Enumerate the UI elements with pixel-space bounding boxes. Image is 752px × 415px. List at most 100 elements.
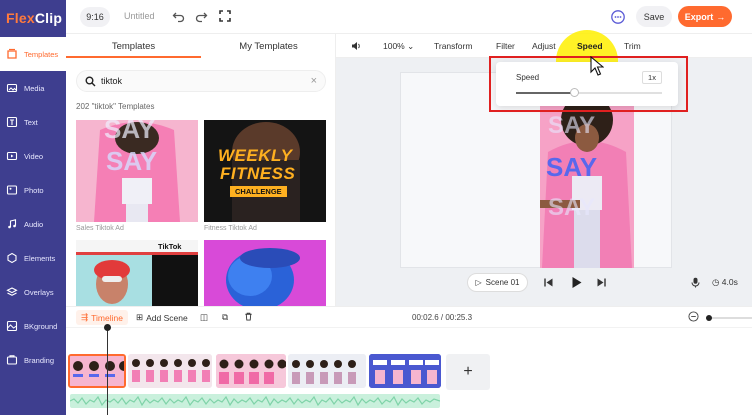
- timeline-time: 00:02.6 / 00:25.3: [412, 313, 473, 322]
- templates-tabs: Templates My Templates: [66, 34, 336, 58]
- redo-icon[interactable]: [194, 9, 208, 23]
- playhead-handle[interactable]: [104, 324, 111, 331]
- template-card[interactable]: WEEKLY FITNESS CHALLENGE: [204, 120, 326, 222]
- clear-icon[interactable]: ×: [311, 75, 317, 87]
- rail-item-audio[interactable]: Audio: [0, 207, 66, 241]
- zoom-out-icon[interactable]: [688, 311, 699, 322]
- tool-speed[interactable]: Speed: [577, 41, 603, 51]
- timeline-toolbar: ⇶ Timeline ⊞ Add Scene ◫ ⧉ 00:02.6 / 00:25…: [66, 306, 752, 328]
- background-icon: [6, 320, 18, 332]
- scene-clip[interactable]: [369, 354, 441, 388]
- rail-label: Video: [24, 151, 44, 161]
- add-scene-button[interactable]: ⊞ Add Scene: [136, 312, 188, 323]
- scene-clip[interactable]: [128, 354, 212, 388]
- clock-icon: ◷: [712, 277, 720, 287]
- audio-track[interactable]: [70, 394, 440, 408]
- template-thumbnail: [204, 240, 326, 306]
- scene-clip[interactable]: [216, 354, 286, 388]
- rail-item-templates[interactable]: Templates: [0, 37, 66, 71]
- split-icon[interactable]: ◫: [200, 312, 208, 323]
- video-preview[interactable]: SAY SAY SAY: [540, 82, 634, 268]
- project-title[interactable]: Untitled: [124, 11, 155, 21]
- rail-item-background[interactable]: BKground: [0, 309, 66, 343]
- rail-label: Overlays: [24, 287, 54, 297]
- timeline-area: +: [66, 328, 752, 415]
- app-logo[interactable]: FlexClip: [6, 10, 62, 26]
- zoom-select[interactable]: 100% ⌄: [383, 41, 414, 52]
- previous-scene-icon[interactable]: [543, 277, 554, 288]
- save-button[interactable]: Save: [636, 6, 672, 27]
- canvas-toolbar: 100% ⌄ Transform Filter Adjust Trim: [336, 34, 752, 58]
- audio-waveform: [70, 395, 440, 407]
- audio-icon: [6, 218, 18, 230]
- template-card[interactable]: TikTok: [76, 240, 198, 306]
- scene-label: Scene 01: [485, 278, 520, 287]
- template-card-label: Fitness Tiktok Ad: [204, 225, 257, 232]
- rail-item-text[interactable]: Text: [0, 105, 66, 139]
- scene-clip[interactable]: [288, 354, 366, 388]
- rail-label: Photo: [24, 185, 44, 195]
- plus-icon: +: [463, 363, 473, 380]
- rail-item-photo[interactable]: Photo: [0, 173, 66, 207]
- text-icon: [6, 116, 18, 128]
- photo-icon: [6, 184, 18, 196]
- template-card[interactable]: [204, 240, 326, 306]
- card-art-text: WEEKLY: [218, 146, 293, 165]
- chat-icon[interactable]: [610, 9, 626, 25]
- clip-thumbnail: [70, 356, 124, 386]
- rail-label: Text: [24, 117, 38, 127]
- rail-item-media[interactable]: Media: [0, 71, 66, 105]
- speed-panel: Speed 1x: [496, 62, 678, 106]
- tab-my-templates[interactable]: My Templates: [201, 34, 336, 58]
- rail-label: Templates: [24, 49, 59, 59]
- scene-duration-value: 4.0s: [721, 277, 738, 287]
- scene-selector[interactable]: ▷ Scene 01: [467, 273, 528, 292]
- tool-transform[interactable]: Transform: [434, 41, 472, 51]
- duplicate-icon[interactable]: ⧉: [222, 312, 228, 323]
- rail-item-elements[interactable]: Elements: [0, 241, 66, 275]
- tool-adjust[interactable]: Adjust: [532, 41, 556, 51]
- microphone-icon[interactable]: [690, 277, 701, 288]
- template-card[interactable]: SAY SAY: [76, 120, 198, 222]
- timeline-label: Timeline: [91, 312, 123, 323]
- arrow-right-icon: →: [716, 11, 726, 22]
- left-rail: FlexClip Templates Media Text Video Phot…: [0, 0, 66, 415]
- aspect-ratio-button[interactable]: 9:16: [80, 7, 110, 27]
- scene-duration[interactable]: ◷ 4.0s: [712, 277, 738, 288]
- undo-icon[interactable]: [172, 9, 186, 23]
- play-icon[interactable]: [570, 276, 583, 289]
- timeline-zoom-slider[interactable]: [706, 315, 752, 321]
- delete-icon[interactable]: [244, 312, 253, 321]
- card-art-text: SAY: [106, 146, 158, 176]
- clip-thumbnail: [288, 354, 366, 388]
- export-button[interactable]: Export →: [678, 6, 732, 27]
- top-bar: 9:16 Untitled Save Export →: [66, 0, 752, 34]
- card-art-text: TikTok: [158, 242, 182, 251]
- timeline-toggle[interactable]: ⇶ Timeline: [76, 310, 128, 325]
- card-art-text: FITNESS: [220, 164, 296, 183]
- rail-item-overlays[interactable]: Overlays: [0, 275, 66, 309]
- rail-item-branding[interactable]: Branding: [0, 343, 66, 377]
- tool-filter[interactable]: Filter: [496, 41, 515, 51]
- search-input[interactable]: tiktok: [101, 76, 122, 86]
- tab-templates[interactable]: Templates: [66, 34, 201, 58]
- fullscreen-icon[interactable]: [218, 9, 232, 23]
- rail-item-video[interactable]: Video: [0, 139, 66, 173]
- clip-thumbnail: [369, 354, 441, 388]
- speed-slider[interactable]: [516, 88, 662, 97]
- scene-clip[interactable]: [68, 354, 126, 388]
- template-search[interactable]: tiktok ×: [76, 70, 326, 92]
- speed-slider-handle[interactable]: [569, 88, 579, 97]
- timeline-zoom-handle[interactable]: [706, 315, 712, 321]
- preview-art-text: SAY: [548, 194, 596, 221]
- timeline-icon: ⇶: [81, 312, 89, 322]
- search-icon: [85, 76, 96, 87]
- play-small-icon: ▷: [475, 278, 482, 287]
- speed-value[interactable]: 1x: [642, 71, 662, 84]
- playhead[interactable]: [107, 328, 108, 415]
- next-scene-icon[interactable]: [596, 277, 607, 288]
- volume-icon[interactable]: [350, 40, 362, 52]
- tool-trim[interactable]: Trim: [624, 41, 641, 51]
- add-clip-button[interactable]: +: [446, 354, 490, 390]
- rail-label: Branding: [24, 355, 55, 365]
